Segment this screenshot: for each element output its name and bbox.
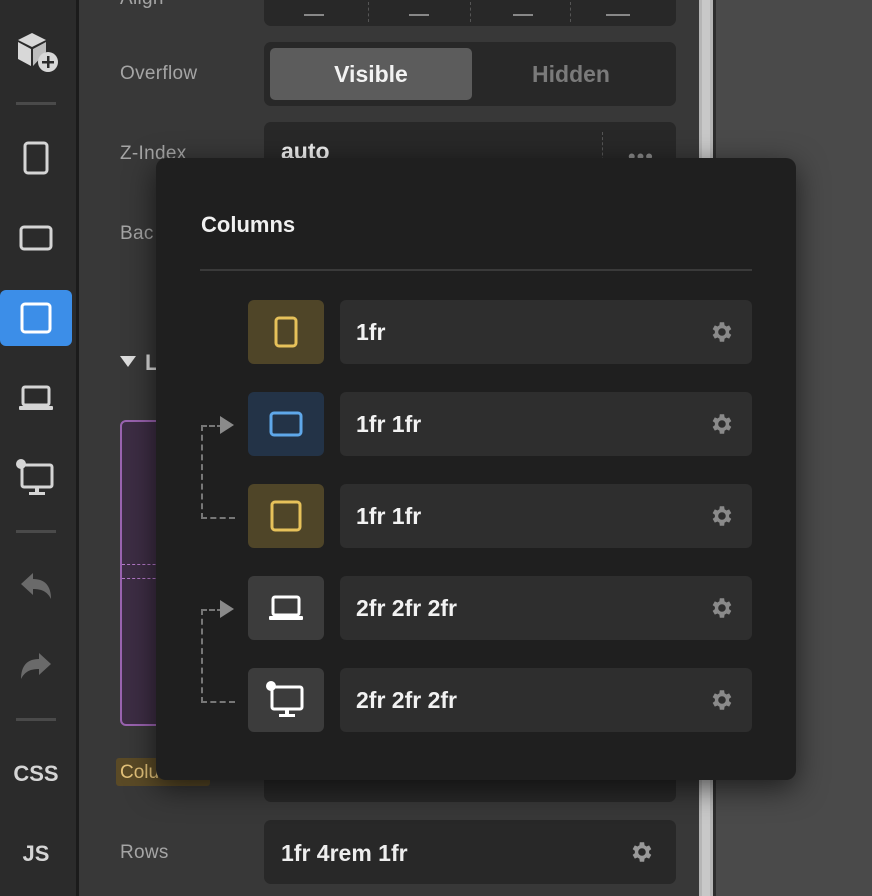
tablet-portrait-icon <box>20 302 52 334</box>
gear-icon[interactable] <box>708 319 734 345</box>
rows-field[interactable]: 1fr 4rem 1fr <box>264 820 676 884</box>
popup-divider <box>200 269 752 271</box>
bp-desktop-icon-box[interactable] <box>248 668 324 732</box>
bp-mobile-value: 1fr <box>356 319 386 345</box>
background-label: Bac <box>120 223 154 244</box>
cube-add-icon <box>18 33 58 72</box>
gear-icon[interactable] <box>628 839 654 865</box>
inherit-connector <box>201 609 235 703</box>
overflow-segmented-control: Visible Hidden <box>264 42 676 106</box>
columns-popup: Columns 1fr 1fr 1fr 1fr 1fr 2fr 2fr 2fr … <box>156 158 796 780</box>
mobile-icon <box>23 141 49 175</box>
undo-icon <box>21 573 51 599</box>
tablet-landscape-icon <box>19 225 53 251</box>
inherit-arrow-icon <box>220 416 234 434</box>
bp-tablet-portrait-icon-box[interactable] <box>248 484 324 548</box>
css-label: CSS <box>13 761 59 786</box>
left-toolbar: CSS JS <box>0 0 79 896</box>
overflow-hidden-option[interactable]: Hidden <box>472 48 670 100</box>
bp-tablet-portrait-value: 1fr 1fr <box>356 503 422 529</box>
rows-value: 1fr 4rem 1fr <box>281 840 408 866</box>
toolbar-separator <box>16 102 56 105</box>
align-control[interactable] <box>264 0 676 26</box>
breakpoint-mobile-button[interactable] <box>0 130 72 186</box>
align-label: Align <box>120 0 164 10</box>
align-divider <box>368 2 369 22</box>
redo-button[interactable] <box>0 638 72 694</box>
bp-tablet-portrait-field[interactable]: 1fr 1fr <box>340 484 752 548</box>
popup-title: Columns <box>201 212 296 237</box>
align-option-stretch[interactable] <box>606 14 630 16</box>
bp-laptop-icon-box[interactable] <box>248 576 324 640</box>
breakpoint-tablet-landscape-button[interactable] <box>0 210 72 266</box>
laptop-icon <box>269 595 303 620</box>
js-label: JS <box>22 841 50 866</box>
bp-mobile-icon-box[interactable] <box>248 300 324 364</box>
gear-icon[interactable] <box>708 595 734 621</box>
add-component-button[interactable] <box>0 24 72 80</box>
breakpoint-tablet-portrait-button[interactable] <box>0 290 72 346</box>
overflow-visible-option[interactable]: Visible <box>270 48 472 100</box>
align-divider <box>570 2 571 22</box>
bp-mobile-field[interactable]: 1fr <box>340 300 752 364</box>
align-option-right[interactable] <box>513 14 533 16</box>
inherit-arrow-icon <box>220 600 234 618</box>
bp-desktop-value: 2fr 2fr 2fr <box>356 687 457 713</box>
laptop-icon <box>19 385 53 410</box>
align-divider <box>470 2 471 22</box>
desktop-icon <box>16 459 54 495</box>
breakpoint-laptop-button[interactable] <box>0 370 72 426</box>
bp-laptop-field[interactable]: 2fr 2fr 2fr <box>340 576 752 640</box>
desktop-icon <box>266 681 304 717</box>
undo-button[interactable] <box>0 558 72 614</box>
breakpoint-desktop-button[interactable] <box>0 450 72 506</box>
rows-label: Rows <box>120 842 169 863</box>
align-option-center[interactable] <box>409 14 429 16</box>
toolbar-separator <box>16 530 56 533</box>
redo-icon <box>21 653 51 679</box>
js-button[interactable]: JS <box>0 826 72 882</box>
gear-icon[interactable] <box>708 503 734 529</box>
overflow-label: Overflow <box>120 63 198 84</box>
bp-laptop-value: 2fr 2fr 2fr <box>356 595 457 621</box>
inherit-connector <box>201 425 235 519</box>
tablet-portrait-icon <box>270 500 302 532</box>
gear-icon[interactable] <box>708 687 734 713</box>
bp-tablet-landscape-value: 1fr 1fr <box>356 411 422 437</box>
toolbar-separator <box>16 718 56 721</box>
align-option-left[interactable] <box>304 14 324 16</box>
mobile-icon <box>274 316 298 348</box>
bp-desktop-field[interactable]: 2fr 2fr 2fr <box>340 668 752 732</box>
gear-icon[interactable] <box>708 411 734 437</box>
css-button[interactable]: CSS <box>0 746 72 802</box>
collapse-triangle-icon[interactable] <box>120 356 136 367</box>
bp-tablet-landscape-icon-box[interactable] <box>248 392 324 456</box>
tablet-landscape-icon <box>269 411 303 437</box>
bp-tablet-landscape-field[interactable]: 1fr 1fr <box>340 392 752 456</box>
